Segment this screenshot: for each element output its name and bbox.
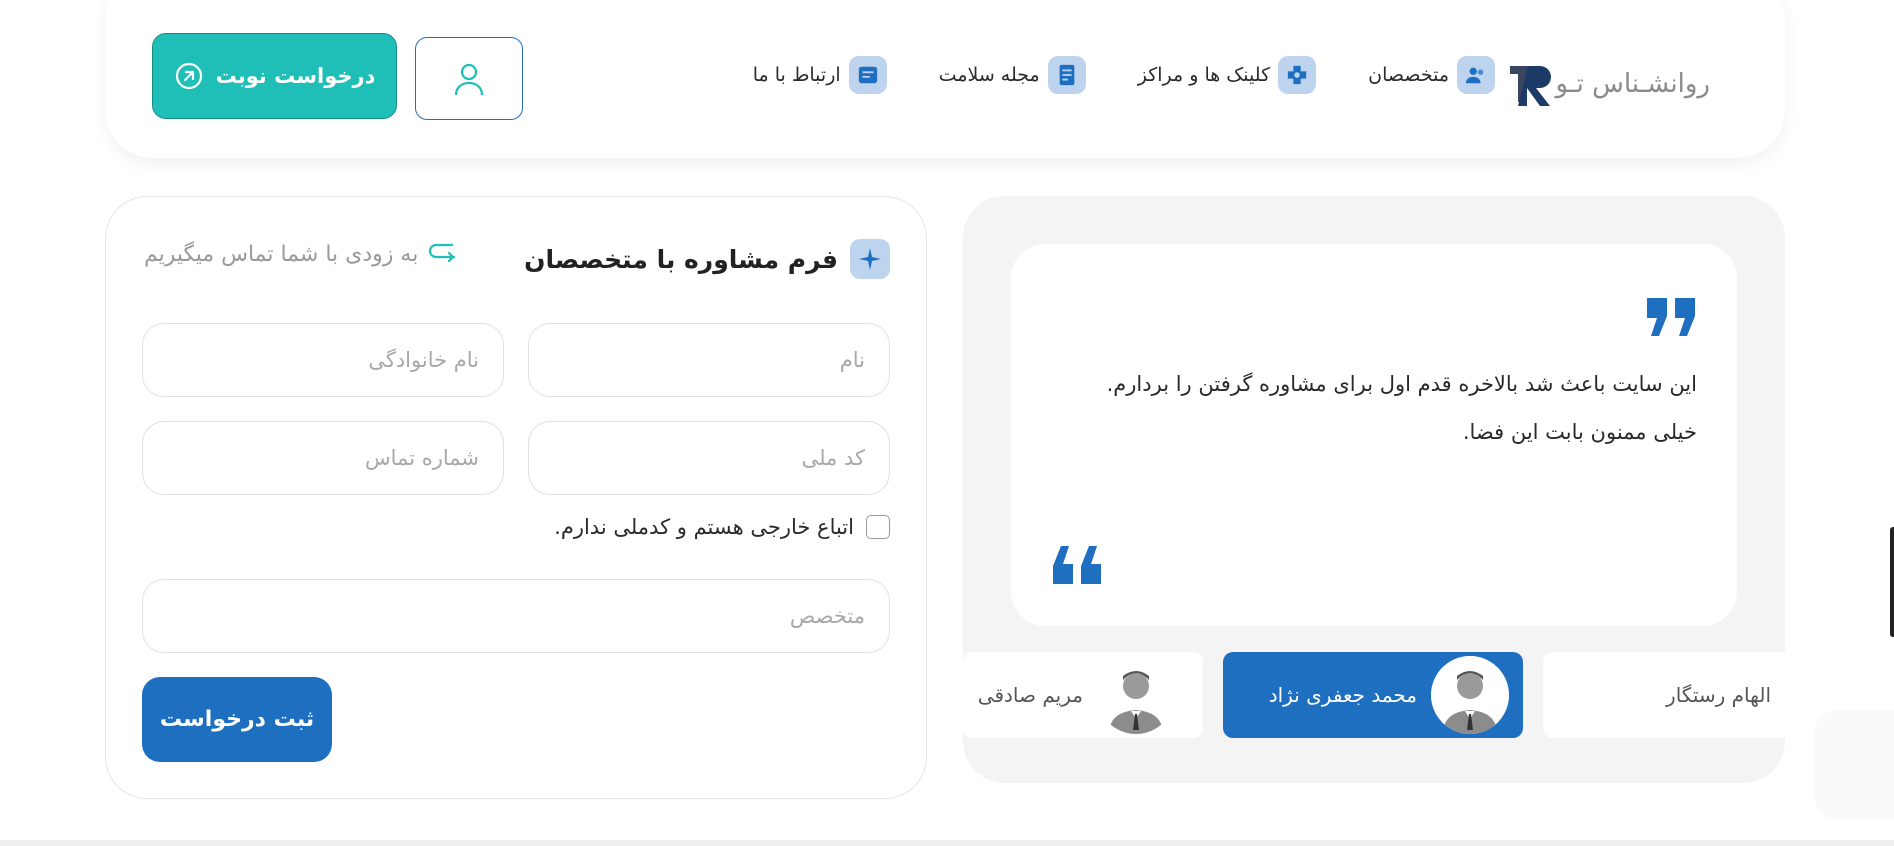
nav-item-contact[interactable]: ارتباط با ما [753,56,887,94]
users-icon [1457,56,1495,94]
specialist-input[interactable] [142,579,890,653]
nav-label-specialists: متخصصان [1368,64,1449,86]
logo-text: روانشـناس تـو [1555,69,1710,99]
person-card[interactable]: الهام رستگار [1543,652,1785,738]
arrow-circle-icon [175,62,202,90]
magazine-icon [1047,56,1086,94]
foreign-national-label: اتباع خارجی هستم و کدملی ندارم. [554,515,854,539]
sparkle-icon [850,239,890,279]
testimonial-line-2: خیلی ممنون بابت این فضا. [1462,420,1697,444]
form-title: فرم مشاوره با متخصصان [524,244,838,274]
user-icon [454,63,484,95]
nav-label-magazine: مجله سلامت [938,64,1040,86]
user-account-button[interactable] [415,37,523,120]
person-card-active[interactable]: محمد جعفری نژاد [1223,652,1523,738]
foreign-national-row: اتباع خارجی هستم و کدملی ندارم. [554,515,890,539]
avatar [1431,656,1509,734]
foreign-national-checkbox[interactable] [866,515,890,539]
nav-item-clinics[interactable]: کلینک ها و مراکز [1137,56,1317,94]
side-tab[interactable] [1890,527,1894,637]
testimonial-line-1: این سایت باعث شد بالاخره قدم اول برای مش… [1106,372,1697,396]
return-arrow-icon [429,243,456,263]
testimonial-card: این سایت باعث شد بالاخره قدم اول برای مش… [1011,244,1737,626]
national-code-input[interactable] [528,421,890,495]
person-name: الهام رستگار [1666,683,1771,707]
testimonial-people-carousel: الهام رستگار محمد جعفری نژاد مریم صادقی [963,652,1785,738]
avatar [1097,656,1175,734]
appointment-label: درخواست نوبت [215,64,376,88]
page-bottom-border [0,840,1894,846]
first-name-input[interactable] [528,323,890,397]
quote-open-icon [1647,298,1695,336]
main-nav: متخصصان کلینک ها و مراکز مجله سلامت ارتب… [753,56,1495,94]
phone-input[interactable] [142,421,504,495]
nav-label-contact: ارتباط با ما [752,64,841,86]
nav-item-magazine[interactable]: مجله سلامت [939,56,1086,94]
submit-request-button[interactable]: ثبت درخواست [142,677,332,762]
quote-close-icon [1053,546,1101,584]
consultation-form-card: فرم مشاوره با متخصصان به زودی با شما تما… [105,196,927,799]
contact-icon [848,56,887,94]
person-name: محمد جعفری نژاد [1268,683,1417,707]
clinic-icon [1278,56,1317,94]
appointment-request-button[interactable]: درخواست نوبت [152,33,397,119]
site-logo[interactable]: روانشـناس تـو [1508,62,1710,106]
person-card[interactable]: مریم صادقی [963,652,1203,738]
nav-item-specialists[interactable]: متخصصان [1368,56,1495,94]
testimonial-text: این سایت باعث شد بالاخره قدم اول برای مش… [1077,360,1697,456]
person-name: مریم صادقی [977,683,1083,707]
form-subtitle-wrap: به زودی با شما تماس میگیریم [144,241,456,267]
floating-widget [1814,710,1894,820]
testimonial-panel: این سایت باعث شد بالاخره قدم اول برای مش… [963,196,1785,783]
logo-mark-icon [1509,66,1551,106]
nav-label-clinics: کلینک ها و مراکز [1137,64,1271,86]
site-header: روانشـناس تـو متخصصان کلینک ها و مراکز م… [105,0,1785,158]
form-subtitle: به زودی با شما تماس میگیریم [144,241,419,267]
form-header: فرم مشاوره با متخصصان [524,239,890,279]
last-name-input[interactable] [142,323,504,397]
